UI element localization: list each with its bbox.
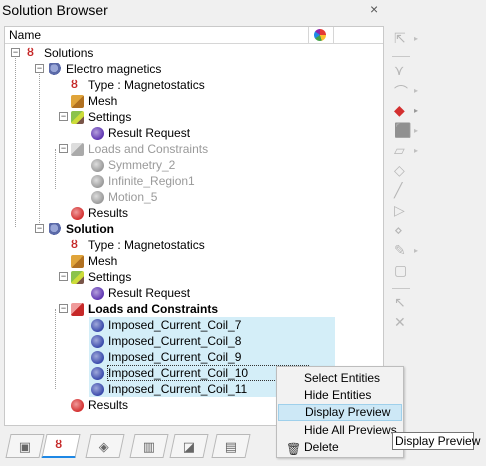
expander-minus[interactable]: − [59,304,68,313]
tree-node-electro-magnetics[interactable]: Electro magnetics [49,61,161,77]
expander-minus[interactable]: − [35,224,44,233]
coil-icon [91,350,104,364]
tree-header: Name [5,27,383,44]
results-icon [71,398,84,412]
sweep-icon[interactable]: ⋄ [392,222,410,240]
context-menu: Select Entities Hide Entities Display Pr… [276,366,404,458]
loads-constraints-icon [71,142,84,156]
tree-node-coil[interactable]: Imposed_Current_Coil_8 [89,333,335,349]
expander-minus[interactable]: − [35,64,44,73]
brush-icon[interactable]: ✎ ▸ [392,242,418,260]
window-title: Solution Browser [2,2,108,18]
line-icon[interactable]: ╱ [392,182,410,200]
result-request-icon [91,286,104,300]
tree-node-loads-constraints[interactable]: Loads and Constraints [71,301,218,317]
tree-node-infinite-region[interactable]: Infinite_Region1 [91,173,195,189]
title-bar: Solution Browser × [0,0,390,22]
play-icon[interactable]: ▷ [392,202,410,220]
box-icon[interactable]: ▢ [392,262,410,280]
tree-node-loads-constraints[interactable]: Loads and Constraints [71,141,208,157]
expander-minus[interactable]: − [59,272,68,281]
tab-materials[interactable]: ▥ [129,434,169,458]
solution-type-icon: ȣ [71,238,78,251]
tab-view[interactable]: ◪ [169,434,209,458]
toolbar-separator [392,56,410,57]
column-divider[interactable] [308,27,309,43]
select-arrow-icon[interactable]: ⇱ ▸ [392,30,418,48]
tree-node-type[interactable]: ȣ Type : Magnetostatics [71,237,205,253]
tooltip: Display Preview [392,432,480,450]
face-icon[interactable]: ▱ ▸ [392,142,418,160]
name-column-header[interactable]: Name [9,28,41,42]
settings-icon [71,110,84,124]
tree-node-results[interactable]: Results [71,397,128,413]
tab-solution[interactable]: ȣ [41,434,81,458]
electromagnetics-icon [49,222,62,236]
tree-node-settings[interactable]: Settings [71,109,131,125]
coil-icon [91,318,104,332]
coil-icon [91,366,104,380]
tree-node-mesh[interactable]: Mesh [71,93,117,109]
right-toolbar: ⇱ ▸ ⋎ ⌒ ▸ ◆ ▸ ⬛ ▸ ▱ ▸ ◇ ╱ ▷ ⋄ ✎ ▸ ▢ ↖ ✕ [392,26,422,330]
tab-model[interactable]: ▣ [5,434,45,458]
tree-node-coil[interactable]: Imposed_Current_Coil_9 [89,349,335,365]
tree-node-settings[interactable]: Settings [71,269,131,285]
menu-item-select-entities[interactable]: Select Entities [278,370,402,387]
tree-node-solutions[interactable]: ȣ Solutions [27,45,93,61]
tree-node-mesh[interactable]: Mesh [71,253,117,269]
infinite-region-icon [91,174,104,188]
model-icon: ▣ [18,439,32,454]
split-icon[interactable]: ⋎ [392,62,410,80]
loads-constraints-icon [71,302,84,316]
expander-minus[interactable]: − [11,48,20,57]
surface-icon[interactable]: ◆ ▸ [392,102,418,120]
column-divider[interactable] [333,27,334,43]
tree-node-coil[interactable]: Imposed_Current_Coil_7 [89,317,335,333]
results-icon [71,206,84,220]
tree-node-result-request[interactable]: Result Request [91,285,190,301]
solution-type-icon: ȣ [71,78,78,91]
color-wheel-icon[interactable] [314,29,326,41]
coil-icon [91,382,104,396]
cross-icon[interactable]: ✕ [392,314,410,332]
mesh-icon [71,254,84,268]
tree-node-results[interactable]: Results [71,205,128,221]
motion-icon [91,190,104,204]
expander-minus[interactable]: − [59,144,68,153]
trash-icon: 🗑 [286,442,302,456]
materials-icon: ▥ [142,439,156,454]
tree-node-type[interactable]: ȣ Type : Magnetostatics [71,77,205,93]
expander-minus[interactable]: − [59,112,68,121]
parts-icon: ◈ [98,439,109,454]
settings-icon [71,270,84,284]
tree-node-symmetry[interactable]: Symmetry_2 [91,157,175,173]
view-icon: ◪ [182,439,196,454]
pointer-icon[interactable]: ↖ [392,294,410,312]
tree-node-result-request[interactable]: Result Request [91,125,190,141]
solution-icon: ȣ [27,46,34,59]
electromagnetics-icon [49,62,62,76]
symmetry-icon [91,158,104,172]
close-icon[interactable]: × [370,1,378,17]
solution-icon: ȣ [55,439,63,451]
coil-icon [91,334,104,348]
plane-icon[interactable]: ◇ [392,162,410,180]
toolbar-separator [392,288,410,289]
curve-icon[interactable]: ⌒ ▸ [392,82,418,100]
notes-icon: ▤ [224,439,238,454]
mesh-icon [71,94,84,108]
menu-item-hide-all-previews[interactable]: Hide All Previews [278,422,402,439]
tab-notes[interactable]: ▤ [211,434,251,458]
menu-item-hide-entities[interactable]: Hide Entities [278,387,402,404]
menu-item-delete-label: Delete [304,440,339,454]
result-request-icon [91,126,104,140]
tree-node-motion[interactable]: Motion_5 [91,189,157,205]
tab-parts[interactable]: ◈ [85,434,125,458]
menu-item-display-preview[interactable]: Display Preview [278,404,402,421]
tree-node-solution[interactable]: Solution [49,221,114,237]
solid-icon[interactable]: ⬛ ▸ [392,122,418,140]
menu-item-delete[interactable]: 🗑 Delete [278,439,402,456]
